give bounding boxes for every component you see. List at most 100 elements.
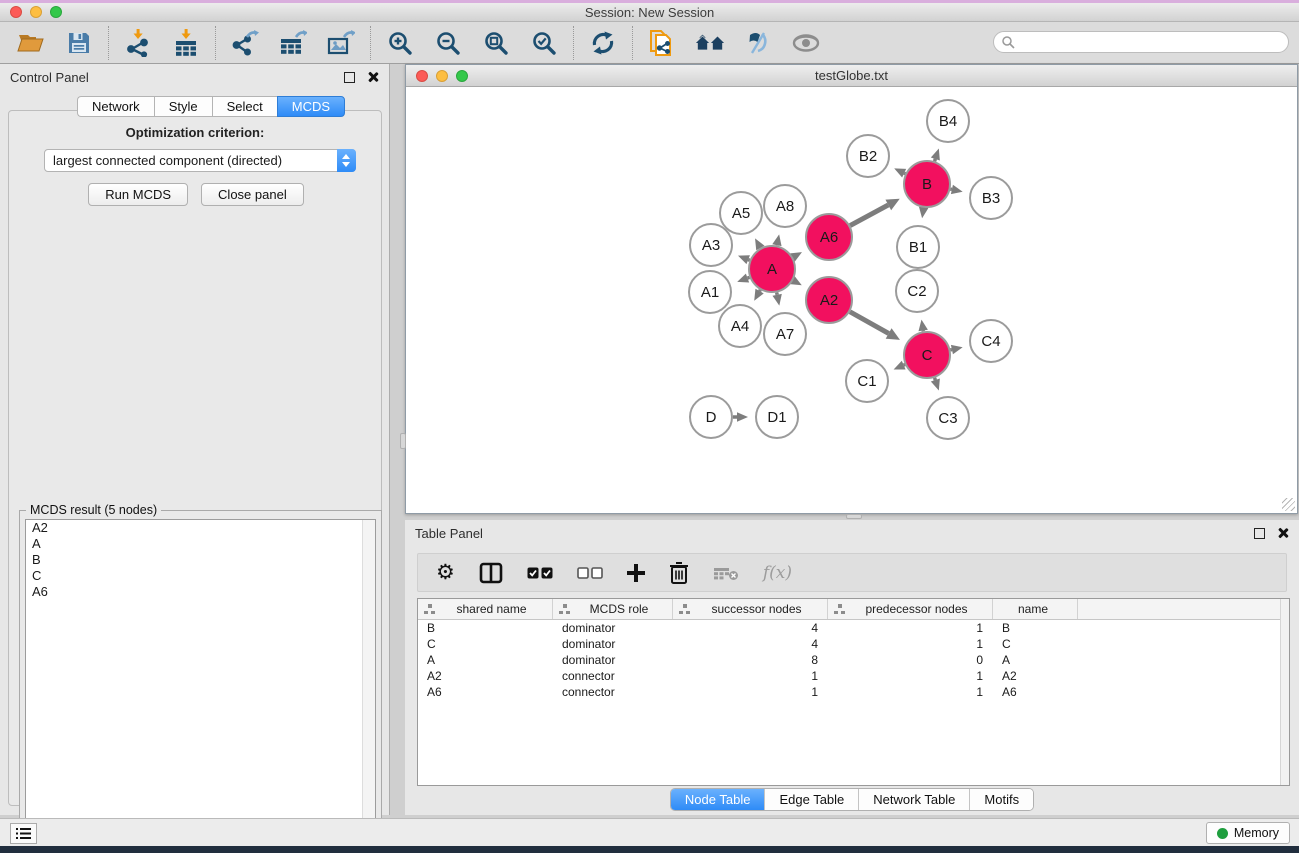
float-panel-icon[interactable] bbox=[344, 72, 355, 83]
tab-node-table[interactable]: Node Table bbox=[671, 789, 766, 810]
zoom-out-icon[interactable] bbox=[433, 28, 463, 58]
graph-edge-A-A4[interactable] bbox=[760, 290, 761, 291]
column-header-predecessor-nodes[interactable]: predecessor nodes bbox=[828, 599, 993, 619]
table-cell[interactable]: connector bbox=[553, 684, 673, 700]
column-header-name[interactable]: name bbox=[993, 599, 1078, 619]
split-divider-handle[interactable] bbox=[846, 514, 862, 519]
table-cell[interactable]: C bbox=[993, 636, 1078, 652]
table-row[interactable]: Cdominator41C bbox=[418, 636, 1289, 652]
table-cell[interactable]: B bbox=[418, 620, 553, 636]
close-panel-button[interactable]: Close panel bbox=[201, 183, 304, 206]
mcds-result-item[interactable]: A bbox=[26, 536, 375, 552]
graphics-details-icon[interactable] bbox=[743, 28, 773, 58]
table-cell[interactable]: 1 bbox=[828, 684, 993, 700]
graph-edge-A-A3[interactable] bbox=[748, 260, 749, 261]
import-table-icon[interactable] bbox=[171, 28, 201, 58]
delete-column-icon[interactable] bbox=[669, 558, 689, 588]
table-cell[interactable]: 4 bbox=[673, 636, 828, 652]
table-row[interactable]: Bdominator41B bbox=[418, 620, 1289, 636]
close-panel-icon[interactable] bbox=[1277, 527, 1289, 539]
table-row[interactable]: A2connector11A2 bbox=[418, 668, 1289, 684]
network-canvas[interactable]: B4B2BB3A5A8A6B1A3AA1C2A2A4A7C4CC1C3DD1 bbox=[406, 87, 1297, 513]
tab-motifs[interactable]: Motifs bbox=[970, 789, 1033, 810]
open-file-icon[interactable] bbox=[16, 28, 46, 58]
search-input[interactable] bbox=[1015, 33, 1288, 51]
tab-style[interactable]: Style bbox=[154, 96, 212, 117]
show-columns-icon[interactable] bbox=[479, 558, 503, 588]
tab-network[interactable]: Network bbox=[77, 96, 154, 117]
deselect-all-icon[interactable] bbox=[577, 558, 603, 588]
export-image-icon[interactable] bbox=[326, 28, 356, 58]
table-scrollbar[interactable] bbox=[1280, 599, 1289, 785]
table-cell[interactable]: dominator bbox=[553, 620, 673, 636]
table-cell[interactable]: dominator bbox=[553, 652, 673, 668]
zoom-selected-icon[interactable] bbox=[529, 28, 559, 58]
home-icons[interactable] bbox=[695, 28, 725, 58]
list-scrollbar[interactable] bbox=[362, 520, 375, 848]
close-panel-icon[interactable] bbox=[367, 71, 379, 83]
graph-edge-C-C1[interactable] bbox=[904, 365, 905, 366]
network-graph[interactable]: B4B2BB3A5A8A6B1A3AA1C2A2A4A7C4CC1C3DD1 bbox=[406, 87, 1297, 513]
table-cell[interactable]: 0 bbox=[828, 652, 993, 668]
table-body[interactable]: Bdominator41BCdominator41CAdominator80AA… bbox=[418, 620, 1289, 700]
resize-grip-icon[interactable] bbox=[1282, 498, 1295, 511]
eye-icon[interactable] bbox=[791, 28, 821, 58]
graph-edge-C-C3[interactable] bbox=[935, 378, 936, 380]
table-cell[interactable]: A bbox=[418, 652, 553, 668]
run-mcds-button[interactable]: Run MCDS bbox=[88, 183, 188, 206]
table-cell[interactable]: 1 bbox=[673, 684, 828, 700]
table-cell[interactable]: A2 bbox=[993, 668, 1078, 684]
zoom-in-icon[interactable] bbox=[385, 28, 415, 58]
table-cell[interactable]: 8 bbox=[673, 652, 828, 668]
graph-edge-B-B2[interactable] bbox=[904, 173, 905, 174]
memory-button[interactable]: Memory bbox=[1206, 822, 1290, 844]
tab-mcds[interactable]: MCDS bbox=[277, 96, 345, 117]
network-window-titlebar[interactable]: testGlobe.txt bbox=[406, 65, 1297, 87]
table-cell[interactable]: A6 bbox=[993, 684, 1078, 700]
table-cell[interactable]: B bbox=[993, 620, 1078, 636]
export-table-icon[interactable] bbox=[278, 28, 308, 58]
tab-edge-table[interactable]: Edge Table bbox=[765, 789, 859, 810]
node-table[interactable]: shared nameMCDS rolesuccessor nodesprede… bbox=[417, 598, 1290, 786]
mcds-result-item[interactable]: A2 bbox=[26, 520, 375, 536]
select-all-icon[interactable] bbox=[527, 558, 553, 588]
table-header-row[interactable]: shared nameMCDS rolesuccessor nodesprede… bbox=[418, 599, 1289, 620]
table-cell[interactable]: A bbox=[993, 652, 1078, 668]
graph-edge-A6-B[interactable] bbox=[850, 205, 888, 226]
mcds-result-list[interactable]: A2ABCA6 bbox=[25, 519, 376, 849]
table-cell[interactable]: 4 bbox=[673, 620, 828, 636]
mcds-result-item[interactable]: C bbox=[26, 568, 375, 584]
search-field[interactable] bbox=[993, 31, 1289, 53]
table-cell[interactable]: 1 bbox=[828, 620, 993, 636]
table-cell[interactable]: connector bbox=[553, 668, 673, 684]
graph-edge-B-B4[interactable] bbox=[935, 159, 936, 161]
apply-layout-icon[interactable] bbox=[588, 28, 618, 58]
mcds-result-item[interactable]: B bbox=[26, 552, 375, 568]
table-cell[interactable]: A6 bbox=[418, 684, 553, 700]
float-panel-icon[interactable] bbox=[1254, 528, 1265, 539]
column-header-successor-nodes[interactable]: successor nodes bbox=[673, 599, 828, 619]
graph-edge-A2-C[interactable] bbox=[850, 312, 889, 334]
table-cell[interactable]: 1 bbox=[828, 636, 993, 652]
table-cell[interactable]: dominator bbox=[553, 636, 673, 652]
graph-edge-A-A1[interactable] bbox=[748, 277, 750, 278]
column-header-MCDS-role[interactable]: MCDS role bbox=[553, 599, 673, 619]
table-cell[interactable]: 1 bbox=[673, 668, 828, 684]
table-cell[interactable]: 1 bbox=[828, 668, 993, 684]
column-header-shared-name[interactable]: shared name bbox=[418, 599, 553, 619]
table-row[interactable]: A6connector11A6 bbox=[418, 684, 1289, 700]
export-network-icon[interactable] bbox=[230, 28, 260, 58]
save-session-icon[interactable] bbox=[64, 28, 94, 58]
criterion-dropdown[interactable]: largest connected component (directed) bbox=[44, 149, 356, 172]
import-network-icon[interactable] bbox=[123, 28, 153, 58]
tab-network-table[interactable]: Network Table bbox=[859, 789, 970, 810]
task-history-button[interactable] bbox=[10, 823, 37, 844]
tab-select[interactable]: Select bbox=[212, 96, 277, 117]
first-neighbors-icon[interactable] bbox=[647, 28, 677, 58]
table-row[interactable]: Adominator80A bbox=[418, 652, 1289, 668]
table-cell[interactable]: C bbox=[418, 636, 553, 652]
table-cell[interactable]: A2 bbox=[418, 668, 553, 684]
zoom-fit-icon[interactable] bbox=[481, 28, 511, 58]
add-column-icon[interactable] bbox=[627, 564, 645, 582]
mcds-result-item[interactable]: A6 bbox=[26, 584, 375, 600]
